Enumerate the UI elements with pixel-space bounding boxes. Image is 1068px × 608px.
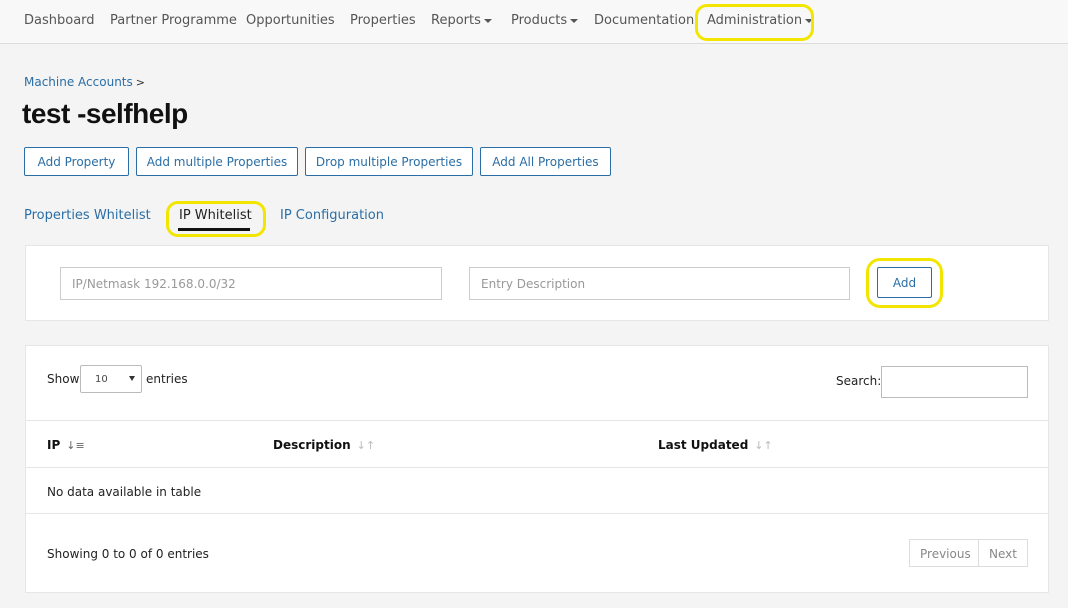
nav-administration-label: Administration (707, 13, 803, 28)
table-search-input[interactable] (881, 366, 1028, 398)
nav-reports-label: Reports (431, 13, 481, 28)
next-page-button[interactable]: Next (979, 539, 1028, 567)
chevron-down-icon (570, 18, 579, 23)
page-title: test -selfhelp (22, 98, 188, 129)
nav-administration[interactable]: Administration (707, 13, 814, 28)
tab-properties-whitelist[interactable]: Properties Whitelist (24, 208, 151, 223)
search-label: Search: (836, 374, 882, 388)
page-size-value: 10 (95, 374, 108, 385)
nav-partner-programme[interactable]: Partner Programme (110, 13, 237, 28)
previous-page-button[interactable]: Previous (909, 539, 979, 567)
tab-ip-configuration[interactable]: IP Configuration (280, 208, 384, 223)
add-all-properties-button[interactable]: Add All Properties (480, 147, 611, 176)
chevron-right-icon: > (135, 76, 145, 89)
ip-netmask-input[interactable] (60, 267, 442, 300)
tab-ip-whitelist[interactable]: IP Whitelist (179, 208, 252, 223)
sort-icon: ↓↑ (356, 439, 376, 452)
top-navbar: Dashboard Partner Programme Opportunitie… (0, 0, 1068, 44)
column-header-ip-label: IP (47, 438, 61, 452)
column-header-description[interactable]: Description ↓↑ (273, 438, 375, 452)
table-info: Showing 0 to 0 of 0 entries (47, 547, 209, 561)
page-size-select[interactable]: 10 (80, 365, 142, 393)
active-tab-indicator (178, 228, 250, 231)
show-label: Show (47, 372, 80, 386)
nav-documentation[interactable]: Documentation (594, 13, 694, 28)
add-property-button[interactable]: Add Property (24, 147, 129, 176)
nav-opportunities[interactable]: Opportunities (246, 13, 335, 28)
column-header-last-updated[interactable]: Last Updated ↓↑ (658, 438, 773, 452)
add-multiple-properties-button[interactable]: Add multiple Properties (136, 147, 298, 176)
sort-ascending-icon: ↓≡ (66, 439, 85, 452)
table-header-bottom-border (25, 467, 1049, 468)
entry-description-input[interactable] (469, 267, 850, 300)
table-header-top-border (25, 420, 1049, 421)
nav-products[interactable]: Products (511, 13, 579, 28)
chevron-down-icon (805, 18, 814, 23)
nav-properties[interactable]: Properties (350, 13, 416, 28)
column-header-last-updated-label: Last Updated (658, 438, 749, 452)
dropdown-arrow-icon (129, 376, 135, 381)
add-ip-button[interactable]: Add (877, 267, 932, 298)
empty-table-message: No data available in table (47, 485, 202, 499)
breadcrumb: Machine Accounts > (24, 75, 145, 89)
table-body-bottom-border (25, 513, 1049, 514)
drop-multiple-properties-button[interactable]: Drop multiple Properties (305, 147, 473, 176)
column-header-description-label: Description (273, 438, 351, 452)
sort-icon: ↓↑ (754, 439, 773, 452)
breadcrumb-machine-accounts[interactable]: Machine Accounts (24, 75, 133, 89)
nav-dashboard[interactable]: Dashboard (24, 13, 95, 28)
nav-reports[interactable]: Reports (431, 13, 492, 28)
column-header-ip[interactable]: IP ↓≡ (47, 438, 85, 452)
entries-label: entries (146, 372, 188, 386)
nav-products-label: Products (511, 13, 568, 28)
chevron-down-icon (483, 18, 492, 23)
